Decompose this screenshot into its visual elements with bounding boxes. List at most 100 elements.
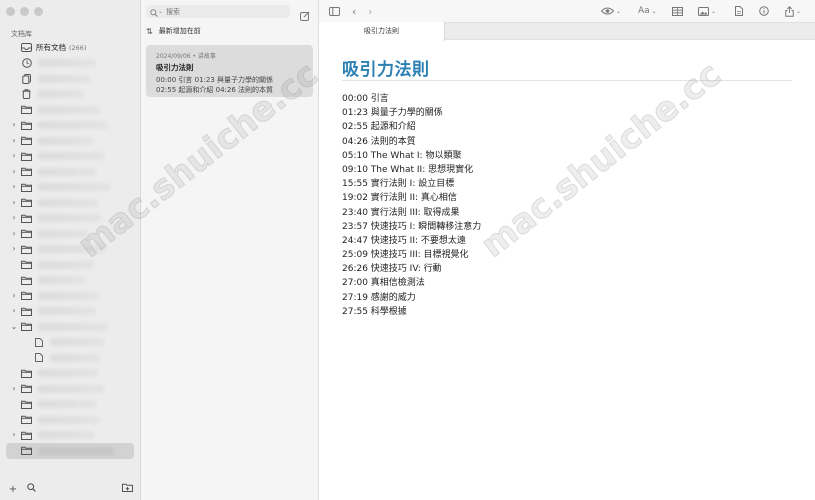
sidebar-folder[interactable]: › — [0, 288, 141, 304]
minimize-window-button[interactable] — [20, 7, 29, 16]
document-line[interactable]: 23:57 快速技巧 I: 瞬間轉移注意力 — [342, 220, 481, 234]
blurred-label — [38, 276, 86, 285]
chevron-right-icon[interactable]: › — [9, 214, 19, 222]
sidebar-item-trash[interactable] — [0, 87, 141, 103]
add-button[interactable]: + — [6, 484, 20, 495]
trash-icon — [21, 89, 32, 100]
blurred-label — [38, 136, 93, 145]
compose-icon[interactable] — [300, 6, 310, 21]
document-line[interactable]: 15:55 實行法則 I: 設立目標 — [342, 177, 481, 191]
sidebar-folder[interactable] — [0, 273, 141, 289]
font-menu[interactable]: Aa ⌄ — [638, 5, 657, 17]
document-line[interactable]: 27:00 真相信檢測法 — [342, 276, 481, 290]
document-line[interactable]: 27:19 感謝的威力 — [342, 291, 481, 305]
tab-current-note[interactable]: 吸引力法則 — [319, 22, 445, 41]
sidebar-folder[interactable]: › — [0, 381, 141, 397]
document-line[interactable]: 26:26 快速技巧 IV: 行動 — [342, 262, 481, 276]
chevron-right-icon[interactable]: › — [9, 229, 19, 238]
chevron-right-icon[interactable]: › — [9, 291, 19, 300]
sidebar-folder-selected[interactable] — [0, 443, 141, 459]
document-line[interactable]: 04:26 法則的本質 — [342, 135, 481, 149]
blurred-label — [38, 431, 94, 440]
document-line[interactable]: 00:00 引言 — [342, 92, 481, 106]
sidebar-folder[interactable]: › — [0, 428, 141, 444]
blurred-label — [38, 183, 110, 192]
sidebar-folder[interactable]: ⌄ — [0, 319, 141, 335]
file-icon — [33, 353, 44, 363]
document-line[interactable]: 01:23 與量子力學的關係 — [342, 106, 481, 120]
zoom-window-button[interactable] — [34, 7, 43, 16]
file-icon — [33, 337, 44, 347]
sidebar-folder[interactable]: › — [0, 226, 141, 242]
table-icon[interactable] — [672, 5, 683, 17]
search-icon[interactable] — [24, 483, 38, 495]
document-line[interactable]: 19:02 實行法則 II: 真心相信 — [342, 191, 481, 205]
document-body[interactable]: 00:00 引言 01:23 與量子力學的關係 02:55 起源和介紹 04:26 法… — [342, 92, 481, 319]
sidebar-folder[interactable]: › — [0, 164, 141, 180]
sort-control[interactable]: ⇅ 最新增加在前 — [146, 26, 201, 36]
sidebar-folder[interactable] — [0, 102, 141, 118]
info-icon[interactable] — [759, 5, 769, 17]
chevron-right-icon[interactable]: › — [9, 183, 19, 191]
folder-icon — [21, 415, 32, 425]
sidebar-folder[interactable]: › — [0, 242, 141, 258]
sidebar-item-all-docs[interactable]: 所有文档 (266) — [0, 40, 141, 56]
document-line[interactable]: 09:10 The What II: 思想現實化 — [342, 163, 481, 177]
document-line[interactable]: 05:10 The What I: 物以類聚 — [342, 149, 481, 163]
sidebar-folder[interactable]: › — [0, 211, 141, 227]
sidebar-folder[interactable]: › — [0, 118, 141, 134]
attachment-icon[interactable] — [735, 5, 743, 17]
back-icon[interactable]: ‹ — [352, 5, 356, 18]
sidebar-folder[interactable]: › — [0, 304, 141, 320]
chevron-right-icon[interactable]: › — [9, 121, 19, 129]
folder-icon — [21, 384, 32, 394]
chevron-down-icon: ⌄ — [616, 7, 622, 15]
chevron-right-icon[interactable]: › — [9, 152, 19, 160]
sidebar-folder[interactable]: › — [0, 149, 141, 165]
sidebar-toggle-icon[interactable] — [329, 5, 340, 17]
sidebar-folder[interactable] — [0, 366, 141, 382]
sidebar-folder[interactable]: › — [0, 133, 141, 149]
blurred-label — [38, 59, 96, 68]
sidebar-folder[interactable]: › — [0, 180, 141, 196]
blurred-label — [38, 291, 100, 300]
chevron-right-icon[interactable]: › — [9, 245, 19, 253]
image-icon[interactable]: ⌄ — [698, 5, 716, 17]
chevron-down-icon[interactable]: ⌄ — [9, 322, 19, 331]
document-line[interactable]: 27:55 科學根據 — [342, 305, 481, 319]
chevron-right-icon[interactable]: › — [9, 167, 19, 176]
search-input[interactable] — [166, 7, 287, 16]
sidebar-item-recent[interactable] — [0, 56, 141, 72]
note-list-item-selected[interactable]: 2024/09/06 • 讲故事 吸引力法則 00:00 引言 01:23 與量… — [146, 45, 313, 97]
document-line[interactable]: 25:09 快速技巧 III: 目標視覺化 — [342, 248, 481, 262]
note-meta: 2024/09/06 • 讲故事 — [156, 53, 216, 60]
new-folder-icon[interactable] — [120, 483, 134, 495]
title-divider — [342, 80, 792, 81]
folder-icon — [21, 368, 32, 378]
blurred-label — [38, 369, 98, 378]
sidebar-subfolder[interactable] — [0, 335, 141, 351]
sidebar-item-documents[interactable] — [0, 71, 141, 87]
folder-icon — [21, 213, 32, 223]
share-icon[interactable]: ⌄ — [785, 5, 801, 17]
search-field[interactable]: ⌄ — [146, 5, 290, 18]
sidebar-folder[interactable]: › — [0, 195, 141, 211]
chevron-right-icon[interactable]: › — [9, 431, 19, 439]
chevron-right-icon[interactable]: › — [9, 198, 19, 207]
sidebar-folder[interactable] — [0, 397, 141, 413]
sidebar-folder[interactable] — [0, 412, 141, 428]
forward-icon[interactable]: › — [368, 5, 372, 18]
sidebar-folder[interactable] — [0, 257, 141, 273]
chevron-right-icon[interactable]: › — [9, 307, 19, 315]
document-line[interactable]: 23:40 實行法則 III: 取得成果 — [342, 206, 481, 220]
folder-icon — [21, 446, 32, 456]
chevron-right-icon[interactable]: › — [9, 384, 19, 393]
document-line[interactable]: 24:47 快速技巧 II: 不要想太遠 — [342, 234, 481, 248]
sidebar-subfolder[interactable] — [0, 350, 141, 366]
close-window-button[interactable] — [6, 7, 15, 16]
document-line[interactable]: 02:55 起源和介紹 — [342, 120, 481, 134]
blurred-label — [50, 353, 100, 362]
document-title[interactable]: 吸引力法則 — [342, 55, 430, 80]
chevron-right-icon[interactable]: › — [9, 136, 19, 145]
eye-icon[interactable]: ⌄ — [601, 5, 621, 17]
